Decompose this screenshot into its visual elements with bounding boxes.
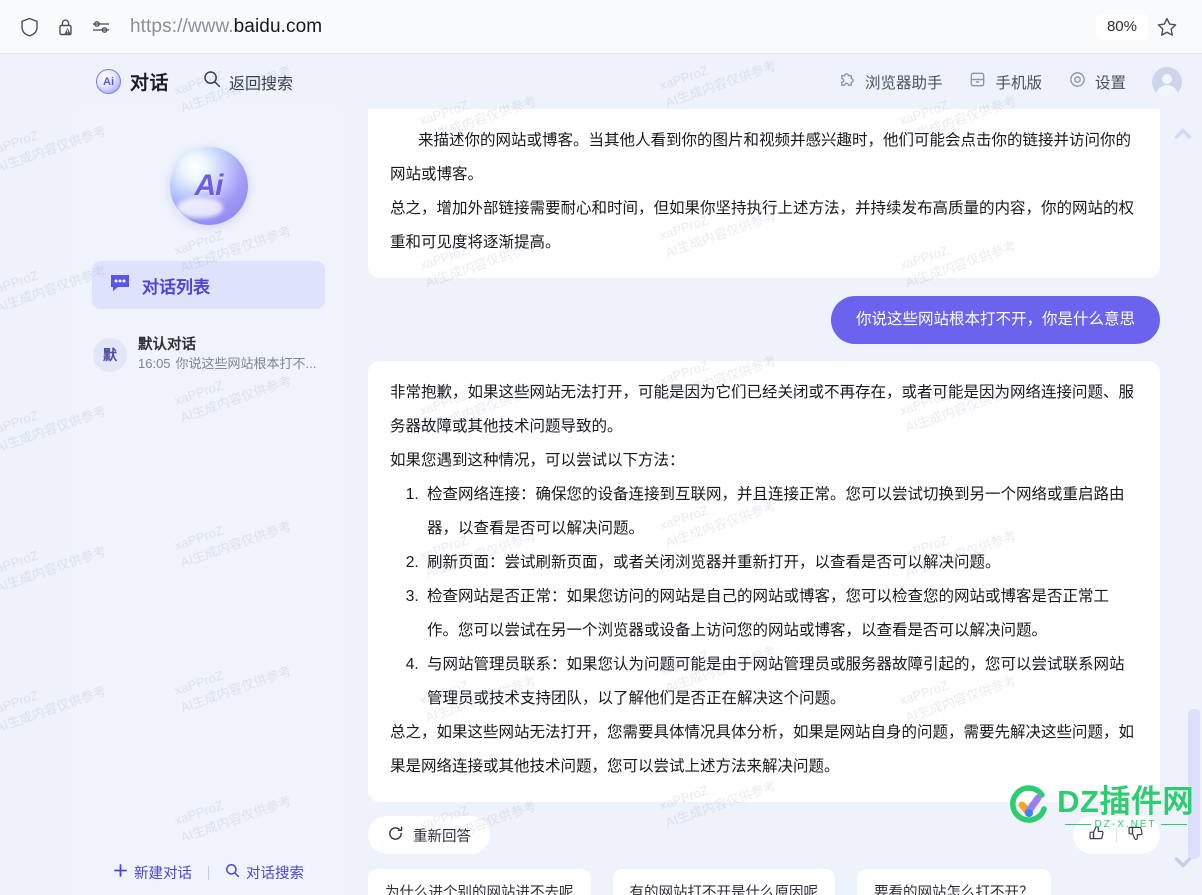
header-right-group: 浏览器助手 手机版 设置 [838,66,1182,97]
dz-text-wrap: DZ插件网 DZ-X.NET [1057,785,1194,830]
list-item: 刷新页面：尝试刷新页面，或者关闭浏览器并重新打开，以查看是否可以解决问题。 [423,546,1138,580]
list-item: 与网站管理员联系：如果您认为问题可能是由于网站管理员或服务器故障引起的，您可以尝… [423,648,1138,716]
regenerate-button[interactable]: 重新回答 [368,816,490,854]
user-message: 你说这些网站根本打不开，你是什么意思 [830,296,1160,344]
browser-assistant-button[interactable]: 浏览器助手 [838,70,943,94]
suggestion-chip[interactable]: 为什么进个别的网站进不去呢 [368,869,591,895]
dz-title: DZ插件网 [1057,784,1194,819]
scroll-down-icon[interactable] [1172,851,1194,873]
zoom-level-indicator[interactable]: 80% [1095,13,1148,40]
regenerate-label: 重新回答 [413,828,471,845]
conversation-body: 默认对话 16:05 你说这些网站根本打不... [138,336,324,373]
conversation-preview-row: 16:05 你说这些网站根本打不... [138,356,316,371]
sidebar-conversation-list-label: 对话列表 [142,277,210,297]
sidebar-item-conversation-list[interactable]: 对话列表 [92,261,325,309]
lock-warning-icon[interactable] [54,16,76,38]
ai-message-2-list: 检查网络连接：确保您的设备连接到互联网，并且连接正常。您可以尝试切换到另一个网络… [390,478,1138,716]
brand-label: 对话 [130,73,170,94]
browser-toolbar: https://www.baidu.com 80% [0,0,1202,54]
suggestion-chips: 为什么进个别的网站进不去呢 有的网站打不开是什么原因呢 要看的网站怎么打不开？ [368,869,1160,895]
url-bar-actions: 80% [1095,13,1192,40]
ai-message-1: 来描述你的网站或博客。当其他人看到你的图片和视频并感兴趣时，他们可能会点击你的链… [368,109,1160,278]
suggestion-chip[interactable]: 要看的网站怎么打不开？ [857,869,1051,895]
gear-icon [1068,70,1087,94]
ai-message-2: 非常抱歉，如果这些网站无法打开，可能是因为它们已经关闭或不再存在，或者可能是因为… [368,361,1160,802]
app-header: Ai 对话 返回搜索 浏览器助手 手机版 设置 [0,54,1202,109]
conversation-title: 默认对话 [138,337,196,353]
new-conversation-button[interactable]: 新建对话 [97,858,208,887]
search-conversation-label: 对话搜索 [246,866,304,882]
dz-subtitle-row: DZ-X.NET [1064,819,1187,830]
ai-message-2-intro-1: 非常抱歉，如果这些网站无法打开，可能是因为它们已经关闭或不再存在，或者可能是因为… [390,384,1135,435]
header-left-group: Ai 对话 返回搜索 [96,68,293,95]
url-prefix: https://www. [130,15,234,37]
chat-scroll-area[interactable]: 来描述你的网站或博客。当其他人看到你的图片和视频并感兴趣时，他们可能会点击你的链… [358,109,1170,895]
url-bar[interactable]: https://www.baidu.com [130,16,322,38]
suggestion-chip[interactable]: 有的网站打不开是什么原因呢 [612,869,835,895]
plus-icon [113,863,128,882]
scroll-up-icon[interactable] [1172,123,1194,145]
sidebar-logo-wrap: Ai [75,109,342,225]
url-domain: baidu.com [233,15,323,37]
ai-message-2-intro-2: 如果您遇到这种情况，可以尝试以下方法： [390,452,685,469]
conversation-time: 16:05 [138,356,171,371]
search-conversation-button[interactable]: 对话搜索 [209,858,320,887]
star-icon[interactable] [1156,16,1178,38]
dz-rule-right [1160,824,1187,825]
user-message-row: 你说这些网站根本打不开，你是什么意思 [368,296,1160,344]
sidebar-footer: 新建对话 对话搜索 [75,858,342,887]
list-item[interactable]: 默 默认对话 16:05 你说这些网站根本打不... [89,332,328,377]
ai-message-1-paragraph-2: 总之，增加外部链接需要耐心和时间，但如果你坚持执行上述方法，并持续发布高质量的内… [390,200,1135,251]
back-to-search-button[interactable]: 返回搜索 [203,70,293,94]
list-item: 检查网络连接：确保您的设备连接到互联网，并且连接正常。您可以尝试切换到另一个网络… [423,478,1138,546]
ai-message-2-outro: 总之，如果这些网站无法打开，您需要具体情况具体分析，如果是网站自身的问题，需要先… [390,724,1135,775]
mobile-icon [968,70,987,94]
user-avatar[interactable] [1152,66,1182,97]
browser-identity-icons [10,16,112,38]
shield-icon[interactable] [18,16,40,38]
chat-panel: 来描述你的网站或博客。当其他人看到你的图片和视频并感兴趣时，他们可能会点击你的链… [358,109,1170,895]
mobile-version-label: 手机版 [995,74,1042,92]
settings-button[interactable]: 设置 [1068,70,1126,94]
ai-logo-icon: Ai [96,69,121,94]
mobile-version-button[interactable]: 手机版 [968,70,1042,94]
refresh-icon [387,825,404,846]
sidebar: Ai 对话列表 默 默认对话 16:05 你说这些网站根本打不... 新建对话 … [75,109,342,895]
search-icon [225,863,240,882]
brand[interactable]: Ai 对话 [96,68,169,95]
dz-check-icon [1006,783,1050,832]
dz-watermark-logo: DZ插件网 DZ-X.NET [1006,783,1194,832]
puzzle-icon [838,70,857,94]
dz-subtitle: DZ-X.NET [1094,819,1157,830]
conversation-preview: 你说这些网站根本打不... [175,356,317,371]
page-root: xaPProZ AI生成内容仅供参考 xaPProZ AI生成内容仅供参考 xaPP… [0,54,1202,895]
chat-bubble-icon [109,273,131,298]
ai-orb-label: Ai [194,169,224,202]
browser-assistant-label: 浏览器助手 [864,74,943,92]
avatar-image [1152,66,1182,97]
conversation-avatar: 默 [93,337,127,372]
settings-label: 设置 [1094,74,1126,92]
ai-message-1-paragraph-1: 来描述你的网站或博客。当其他人看到你的图片和视频并感兴趣时，他们可能会点击你的链… [390,132,1132,183]
dz-rule-left [1064,824,1091,825]
search-icon [203,70,221,93]
list-item: 检查网站是否正常：如果您访问的网站是自己的网站或博客，您可以检查您的网站或博客是… [423,580,1138,648]
back-to-search-label: 返回搜索 [229,75,294,93]
new-conversation-label: 新建对话 [134,866,192,882]
right-rail [1170,109,1202,895]
ai-orb-icon: Ai [169,147,248,225]
tracking-protection-icon[interactable] [90,16,112,38]
